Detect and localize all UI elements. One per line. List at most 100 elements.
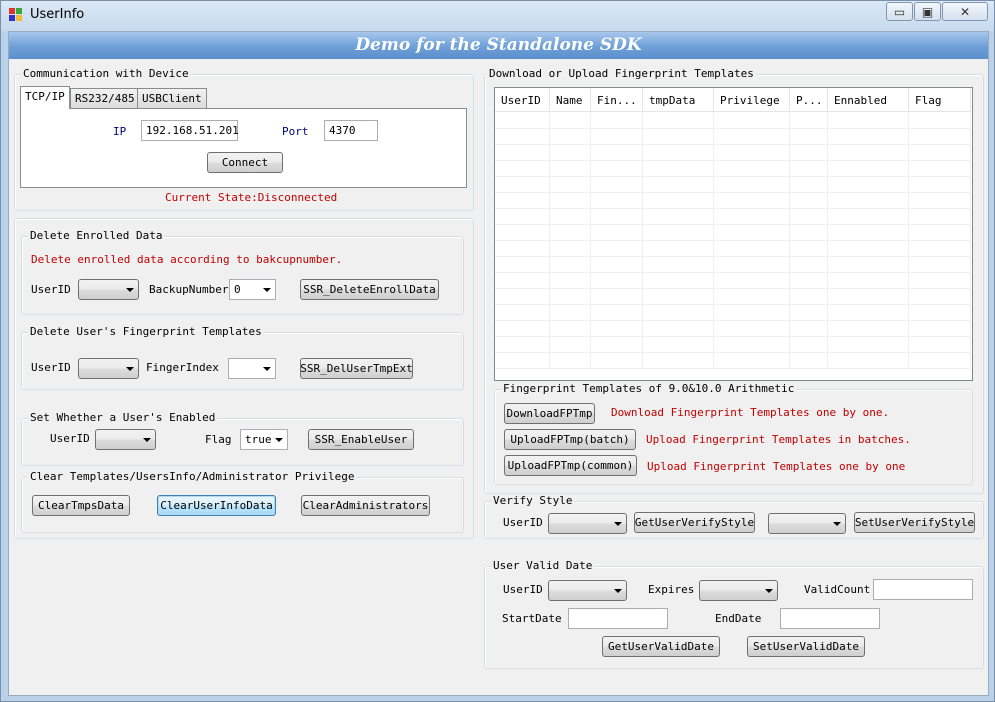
- expires-select[interactable]: [699, 580, 778, 601]
- minimize-icon: ▭: [893, 4, 906, 19]
- grid-column-header[interactable]: Ennabled: [828, 88, 909, 112]
- validcount-label: ValidCount: [804, 583, 871, 596]
- title-bar[interactable]: UserInfo ▭ ▣ ✕: [1, 1, 994, 29]
- delete-enrolled-userid-select[interactable]: [78, 279, 139, 300]
- valid-userid-select[interactable]: [548, 580, 627, 601]
- set-valid-date-button[interactable]: SetUserValidDate: [747, 636, 865, 657]
- flag-value: true: [245, 433, 272, 446]
- table-row: [495, 289, 971, 305]
- tab-rs232[interactable]: RS232/485: [70, 88, 140, 108]
- upload-fptmp-batch-button[interactable]: UploadFPTmp(batch): [504, 429, 636, 450]
- table-cell: [714, 241, 790, 257]
- table-cell: [790, 257, 828, 273]
- set-verify-style-button[interactable]: SetUserVerifyStyle: [854, 512, 975, 533]
- enddate-input[interactable]: [780, 608, 880, 629]
- table-cell: [828, 145, 909, 161]
- tab-tcpip[interactable]: TCP/IP: [20, 86, 70, 109]
- table-cell: [643, 225, 714, 241]
- client-area: Demo for the Standalone SDK Communicatio…: [8, 31, 989, 696]
- download-fptmp-button[interactable]: DownloadFPTmp: [504, 403, 595, 424]
- grid-column-header[interactable]: UserID: [495, 88, 550, 112]
- table-row: [495, 129, 971, 145]
- templates-grid[interactable]: UserID Name Fin... tmpData Privilege P... Enna…: [494, 87, 973, 381]
- table-cell: [714, 337, 790, 353]
- grid-column-header[interactable]: Name: [550, 88, 591, 112]
- clear-userinfo-button[interactable]: ClearUserInfoData: [157, 495, 276, 516]
- tab-usbclient[interactable]: USBClient: [137, 88, 207, 108]
- clear-tmps-button[interactable]: ClearTmpsData: [32, 495, 130, 516]
- backup-number-select[interactable]: 0: [229, 279, 276, 300]
- grid-column-header[interactable]: Privilege: [714, 88, 790, 112]
- get-verify-style-button[interactable]: GetUserVerifyStyle: [634, 512, 755, 533]
- table-cell: [495, 209, 550, 225]
- maximize-button[interactable]: ▣: [914, 2, 941, 21]
- table-cell: [714, 161, 790, 177]
- table-row: [495, 321, 971, 337]
- flag-select[interactable]: true: [240, 429, 288, 450]
- upload-fptmp-common-button[interactable]: UploadFPTmp(common): [504, 455, 637, 476]
- table-cell: [550, 209, 591, 225]
- ip-input[interactable]: 192.168.51.201: [141, 120, 239, 141]
- table-cell: [643, 145, 714, 161]
- grid-column-header[interactable]: tmpData: [643, 88, 714, 112]
- del-user-tmp-button[interactable]: SSR_DelUserTmpExt: [300, 358, 413, 379]
- chevron-down-icon: [126, 367, 134, 371]
- table-cell: [643, 273, 714, 289]
- table-cell: [909, 337, 971, 353]
- table-cell: [643, 161, 714, 177]
- table-cell: [714, 129, 790, 145]
- port-input[interactable]: 4370: [324, 120, 378, 141]
- table-cell: [591, 305, 643, 321]
- table-cell: [714, 257, 790, 273]
- window-title: UserInfo: [30, 7, 85, 22]
- finger-index-select[interactable]: [228, 358, 276, 379]
- connection-tabs: TCP/IP RS232/485 USBClient IP 192.168.51…: [20, 86, 467, 188]
- table-cell: [591, 225, 643, 241]
- enable-userid-select[interactable]: [95, 429, 156, 450]
- table-cell: [828, 337, 909, 353]
- table-cell: [591, 289, 643, 305]
- table-cell: [495, 225, 550, 241]
- table-cell: [643, 257, 714, 273]
- grid-column-header[interactable]: P...: [790, 88, 828, 112]
- verify-userid-select[interactable]: [548, 513, 627, 534]
- table-cell: [909, 289, 971, 305]
- close-button[interactable]: ✕: [942, 2, 988, 21]
- table-cell: [550, 161, 591, 177]
- clear-admin-button[interactable]: ClearAdministrators: [301, 495, 430, 516]
- table-row: [495, 209, 971, 225]
- table-cell: [714, 321, 790, 337]
- table-cell: [643, 241, 714, 257]
- table-cell: [828, 113, 909, 129]
- table-cell: [591, 129, 643, 145]
- table-cell: [495, 273, 550, 289]
- table-cell: [828, 177, 909, 193]
- table-cell: [790, 305, 828, 321]
- table-cell: [909, 161, 971, 177]
- validcount-input[interactable]: [873, 579, 973, 600]
- get-valid-date-button[interactable]: GetUserValidDate: [602, 636, 720, 657]
- table-cell: [828, 257, 909, 273]
- delete-enroll-data-button[interactable]: SSR_DeleteEnrollData: [300, 279, 439, 300]
- connect-button[interactable]: Connect: [207, 152, 283, 173]
- table-cell: [643, 305, 714, 321]
- table-cell: [495, 257, 550, 273]
- delete-fp-userid-select[interactable]: [78, 358, 139, 379]
- verify-style-select[interactable]: [768, 513, 846, 534]
- table-cell: [591, 241, 643, 257]
- startdate-label: StartDate: [502, 612, 562, 625]
- table-cell: [790, 145, 828, 161]
- grid-column-header[interactable]: Fin...: [591, 88, 643, 112]
- enable-user-button[interactable]: SSR_EnableUser: [308, 429, 414, 450]
- startdate-input[interactable]: [568, 608, 668, 629]
- table-cell: [909, 113, 971, 129]
- table-cell: [714, 177, 790, 193]
- table-cell: [550, 337, 591, 353]
- minimize-button[interactable]: ▭: [886, 2, 913, 21]
- table-row: [495, 305, 971, 321]
- grid-column-header[interactable]: Flag: [909, 88, 971, 112]
- table-cell: [828, 321, 909, 337]
- table-cell: [643, 289, 714, 305]
- table-cell: [790, 273, 828, 289]
- table-cell: [790, 241, 828, 257]
